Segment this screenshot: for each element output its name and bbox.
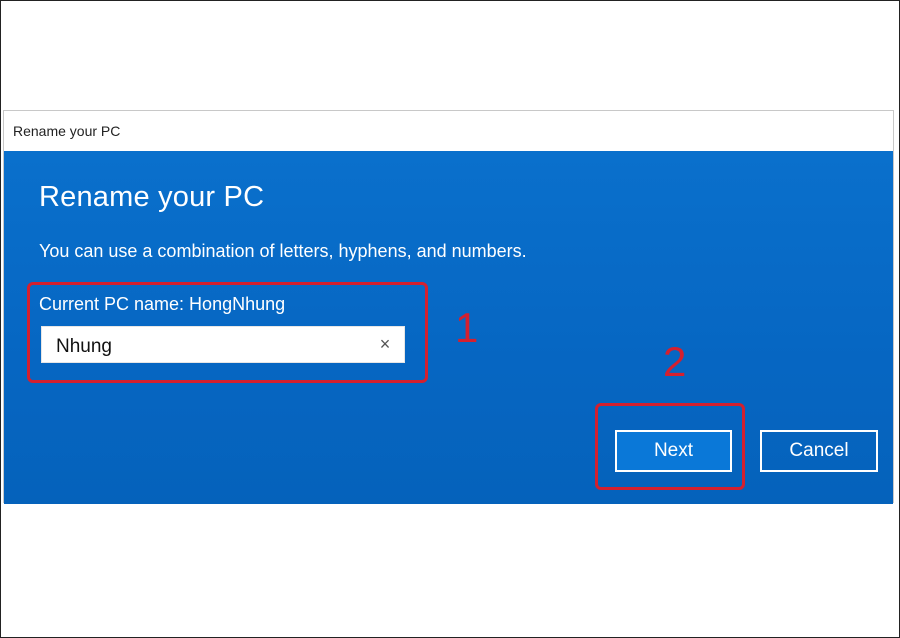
next-button[interactable]: Next	[615, 430, 732, 472]
pc-name-field[interactable]: ×	[41, 326, 405, 363]
window-title: Rename your PC	[4, 111, 893, 151]
dialog-content: Rename your PC You can use a combination…	[4, 151, 893, 504]
current-pc-name-label: Current PC name: HongNhung	[39, 294, 286, 314]
annotation-number-1: 1	[455, 304, 479, 351]
dialog-heading: Rename your PC	[39, 181, 265, 213]
annotation-number-2: 2	[663, 338, 687, 385]
dialog-description: You can use a combination of letters, hy…	[39, 241, 527, 261]
close-icon[interactable]: ×	[376, 335, 394, 353]
pc-name-input[interactable]	[42, 327, 367, 362]
cancel-button[interactable]: Cancel	[760, 430, 878, 472]
rename-pc-window: Rename your PC Rename your PC You can us…	[3, 110, 894, 504]
